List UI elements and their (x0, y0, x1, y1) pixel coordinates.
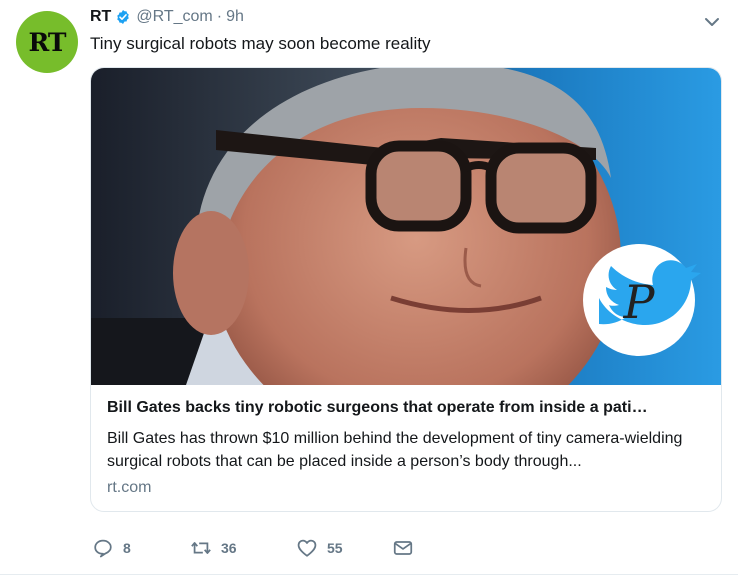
handle[interactable]: @RT_com (136, 8, 212, 26)
chevron-down-icon[interactable] (702, 12, 722, 32)
timestamp[interactable]: 9h (226, 8, 244, 26)
tweet-text: Tiny surgical robots may soon become rea… (90, 34, 431, 53)
reply-icon (94, 539, 112, 558)
card-image: P (91, 68, 721, 385)
verified-icon (117, 10, 130, 24)
watermark-letter: P (623, 275, 656, 329)
divider (0, 574, 738, 575)
avatar[interactable]: RT (16, 11, 78, 73)
reply-count: 8 (123, 540, 131, 556)
retweet-count: 36 (221, 540, 237, 556)
card-description: Bill Gates has thrown $10 million behind… (107, 430, 683, 470)
message-icon (393, 541, 413, 555)
card-title[interactable]: Bill Gates backs tiny robotic surgeons t… (107, 399, 705, 417)
link-card[interactable]: P Bill Gates backs tiny robotic surgeons… (90, 67, 722, 512)
avatar-logo-text: RT (28, 27, 67, 57)
card-domain: rt.com (107, 479, 152, 496)
like-count: 55 (327, 540, 343, 556)
tweet-header: RT @RT_com · 9h (90, 8, 244, 26)
retweet-icon (191, 542, 211, 554)
separator-dot: · (216, 8, 223, 25)
like-icon (297, 539, 317, 557)
reply-button[interactable]: 8 (92, 537, 190, 559)
message-button[interactable] (392, 537, 414, 559)
retweet-button[interactable]: 36 (190, 537, 296, 559)
tweet-actions: 8 36 55 (92, 537, 414, 559)
display-name[interactable]: RT (90, 8, 111, 26)
like-button[interactable]: 55 (296, 537, 392, 559)
